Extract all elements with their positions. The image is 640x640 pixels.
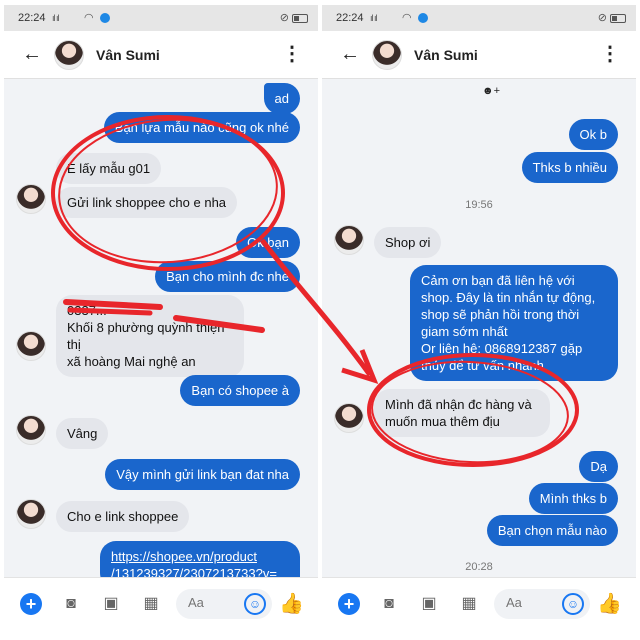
sender-avatar [16,331,46,361]
status-time: 22:24 [336,12,364,24]
message-input-box[interactable]: ☺ [176,589,272,619]
message-incoming[interactable]: Gửi link shoppee cho e nha [56,187,238,218]
battery-icon [610,13,626,23]
message-outgoing[interactable]: Thks b nhiều [521,152,618,183]
message-line: shop sẽ phản hồi trong thời [421,307,580,322]
message-outgoing[interactable]: Dạ [579,451,618,482]
message-outgoing[interactable]: Bạn cho mình đc nhé [155,261,300,292]
message-incoming[interactable]: Vâng [56,418,109,449]
add-reaction-icon[interactable]: ☻+ [482,85,500,97]
plus-icon[interactable]: + [20,593,42,615]
contact-avatar[interactable] [54,40,84,70]
right-screenshot: 22:24 ıl ıl ◠ ⊘ ← Vân Sumi ⋮ ☻+ Ok b Thk… [322,5,636,631]
message-outgoing[interactable]: ad [263,83,300,114]
battery-icon [292,13,308,23]
status-bar: 22:24 ıl ıl ◠ ⊘ [4,5,318,31]
message-line: Or liên hệ: 0868912387 gặp [421,341,583,356]
message-input[interactable] [188,595,240,610]
sender-avatar [16,184,46,214]
signal-icon: ıl ıl [52,13,59,23]
message-line: 0337... [67,303,107,318]
message-incoming[interactable]: Shop ơi [374,227,442,258]
message-input-box[interactable]: ☺ [494,589,590,619]
message-incoming[interactable]: Mình đã nhận đc hàng và muốn mua thêm đị… [374,389,550,437]
message-line: thủy để tư vấn nhanh [421,358,544,373]
status-bar: 22:24 ıl ıl ◠ ⊘ [322,5,636,31]
emoji-icon[interactable]: ☺ [562,593,584,615]
message-incoming-address[interactable]: 0337... Khối 8 phường quỳnh thiện thị xã… [56,295,244,377]
contact-name[interactable]: Vân Sumi [96,47,160,63]
messenger-notification-icon [100,13,110,23]
message-composer: + ◙ ▣ ▦ ☺ 👍 [322,577,636,631]
message-line: xã hoàng Mai nghệ an [67,354,196,369]
message-list[interactable]: ad Bạn lựa mẫu nào cũng ok nhé E lấy mẫu… [4,79,318,577]
contact-name[interactable]: Vân Sumi [414,47,478,63]
back-arrow-icon[interactable]: ← [340,43,360,66]
shopee-link-line[interactable]: https://shopee.vn/product [111,548,289,565]
status-time: 22:24 [18,12,46,24]
message-line: shop. Đây là tin nhắn tự động, [421,290,596,305]
message-input[interactable] [506,595,558,610]
microphone-icon[interactable]: ▦ [458,593,480,615]
image-icon[interactable]: ▣ [418,593,440,615]
message-composer: + ◙ ▣ ▦ ☺ 👍 [4,577,318,631]
message-outgoing[interactable]: Ok bạn [236,227,300,258]
message-line: giam sớm nhất [421,324,508,339]
message-outgoing[interactable]: Bạn chọn mẫu nào [486,515,618,546]
sender-avatar [16,499,46,529]
message-list[interactable]: ☻+ Ok b Thks b nhiều 19:56 Shop ơi Cảm ơ… [322,79,636,577]
timestamp: 20:28 [465,561,493,573]
emoji-icon[interactable]: ☺ [244,593,266,615]
message-outgoing[interactable]: Bạn lựa mẫu nào cũng ok nhé [103,112,300,143]
message-outgoing[interactable]: Vậy mình gửi link bạn đat nha [105,459,300,490]
more-options-icon[interactable]: ⋮ [282,41,302,66]
silent-icon: ⊘ [597,12,607,24]
shopee-link-line[interactable]: /131239327/2307213733?v= [111,565,289,577]
left-screenshot: 22:24 ıl ıl ◠ ⊘ ← Vân Sumi ⋮ ad Bạn lựa … [4,5,318,631]
like-icon[interactable]: 👍 [597,591,622,616]
message-outgoing[interactable]: Mình thks b [528,483,618,514]
message-incoming[interactable]: E lấy mẫu g01 [56,153,162,184]
plus-icon[interactable]: + [338,593,360,615]
message-line: Mình đã nhận đc hàng và [385,397,532,412]
signal-icon: ıl ıl [370,13,377,23]
contact-avatar[interactable] [372,40,402,70]
image-icon[interactable]: ▣ [100,593,122,615]
status-right-icons: ⊘ [280,11,308,24]
message-line: Khối 8 phường quỳnh thiện thị [67,320,225,352]
message-line: Cảm ơn bạn đã liên hệ với [421,273,575,288]
chat-header: ← Vân Sumi ⋮ [322,31,636,79]
silent-icon: ⊘ [279,12,289,24]
sender-avatar [334,403,364,433]
chat-header: ← Vân Sumi ⋮ [4,31,318,79]
sender-avatar [334,225,364,255]
camera-icon[interactable]: ◙ [378,593,400,615]
message-outgoing[interactable]: Ok b [568,119,618,150]
wifi-icon: ◠ [84,12,94,24]
back-arrow-icon[interactable]: ← [22,43,42,66]
more-options-icon[interactable]: ⋮ [600,41,620,66]
wifi-icon: ◠ [402,12,412,24]
camera-icon[interactable]: ◙ [60,593,82,615]
messenger-notification-icon [418,13,428,23]
message-outgoing[interactable]: Bạn có shopee à [180,375,300,406]
like-icon[interactable]: 👍 [279,591,304,616]
message-line: muốn mua thêm địu [385,414,500,429]
microphone-icon[interactable]: ▦ [140,593,162,615]
message-outgoing-auto-reply[interactable]: Cảm ơn bạn đã liên hệ với shop. Đây là t… [410,265,618,381]
message-incoming[interactable]: Cho e link shoppee [56,501,190,532]
status-right-icons: ⊘ [598,11,626,24]
sender-avatar [16,415,46,445]
message-outgoing-link[interactable]: https://shopee.vn/product /131239327/230… [100,541,300,577]
timestamp: 19:56 [465,199,493,211]
